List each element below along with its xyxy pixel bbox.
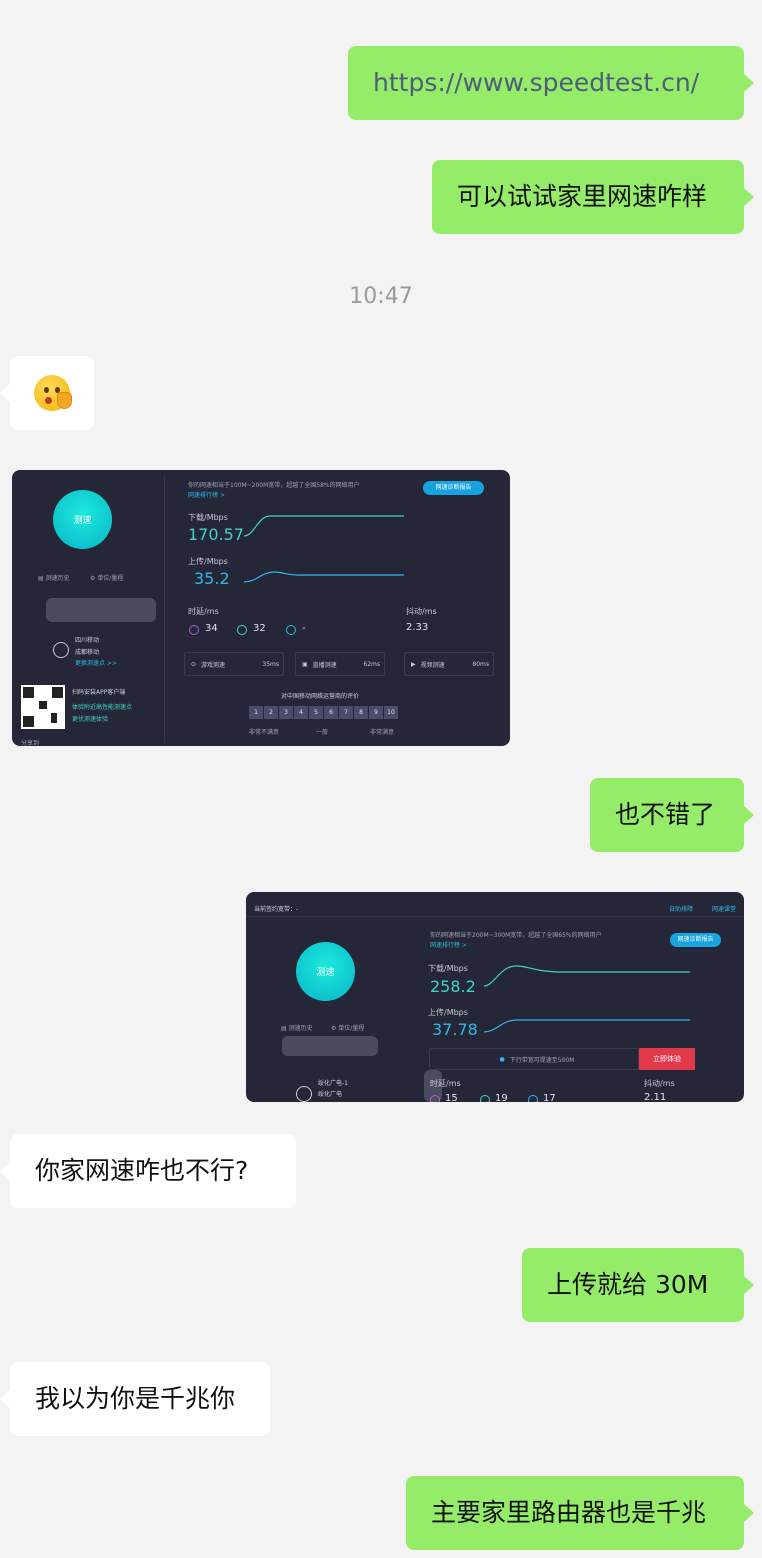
speedtest-screenshot-1[interactable]: 测速 ▤ 测速历史 ⚙ 单位/量程 四川移动 成都移动 更换测速点 >> 扫码安… xyxy=(12,470,510,746)
message-bubble[interactable]: 可以试试家里网速咋样 xyxy=(432,160,754,234)
contract-bandwidth: 当前签约宽带：- xyxy=(254,906,299,913)
unit-link: ⚙ 单位/量程 xyxy=(90,575,124,582)
latency-idle: 15 xyxy=(445,1093,458,1102)
isp-name: 绥化广电-1 xyxy=(318,1080,348,1087)
report-button[interactable]: 网速诊断报告 xyxy=(423,481,484,495)
shushing-face-emoji-icon xyxy=(34,375,72,411)
report-button[interactable]: 网速诊断报告 xyxy=(670,933,721,947)
speedtest-screenshot-2[interactable]: 当前签约宽带：- 自助排障 网速课堂 测速 ▤ 测速历史 ⚙ 单位/量程 绥化广… xyxy=(246,892,744,1102)
rank-link: 网速排行榜 > xyxy=(188,492,225,499)
latency-idle: 34 xyxy=(205,623,218,634)
download-chart xyxy=(244,515,404,537)
upload-value: 37.78 xyxy=(432,1020,478,1039)
isp-city: 成都移动 xyxy=(75,649,100,656)
rank-link: 网速排行榜 > xyxy=(430,942,467,949)
upgrade-button[interactable]: 立即体验 xyxy=(639,1048,695,1070)
history-link: ▤ 测速历史 xyxy=(281,1025,313,1032)
rating-low-label: 非常不满意 xyxy=(249,729,280,736)
timestamp: 10:47 xyxy=(349,284,413,309)
latency-idle-icon xyxy=(189,625,199,635)
latency-upload: 17 xyxy=(543,1093,556,1102)
video-test-card[interactable]: ▶ 视频测速 80ms xyxy=(404,652,494,676)
speed-summary: 你的网速相当于200M~300M宽带，超越了全国65%的网络用户 xyxy=(430,932,602,939)
message-bubble[interactable]: 主要家里路由器也是千兆 xyxy=(406,1476,754,1550)
latency-upload-icon xyxy=(528,1095,538,1102)
latency-label: 时延/ms xyxy=(430,1079,461,1088)
jitter-value: 2.11 xyxy=(644,1092,667,1102)
latency-download: 19 xyxy=(495,1093,508,1102)
latency-download-icon xyxy=(237,625,247,635)
latency-download-icon xyxy=(480,1095,490,1102)
blurred-ip xyxy=(46,598,156,622)
message-bubble[interactable]: 也不错了 xyxy=(590,778,754,852)
rating-title: 对中国移动网络运营商的评价 xyxy=(281,693,360,700)
upload-chart xyxy=(484,1019,690,1033)
isp-city: 绥化广电 xyxy=(318,1091,343,1098)
speed-test-ball: 测速 xyxy=(296,942,355,1001)
message-bubble[interactable]: 你家网速咋也不行? xyxy=(0,1134,296,1208)
latency-download: 32 xyxy=(253,623,266,634)
latency-upload-icon xyxy=(286,625,296,635)
download-label: 下载/Mbps xyxy=(428,964,468,973)
unit-link: ⚙ 单位/量程 xyxy=(331,1025,365,1032)
rating-scale[interactable]: 1 2 3 4 5 6 7 8 9 10 xyxy=(249,706,398,719)
change-node-link: 更换测速点 >> xyxy=(75,660,117,667)
speed-summary: 你的网速相当于100M~200M宽带，超越了全国58%的网络用户 xyxy=(188,482,360,489)
message-bubble[interactable]: 我以为你是千兆你 xyxy=(0,1362,270,1436)
scan-line1: 体验附近高性能测速点 xyxy=(72,704,133,711)
rating-high-label: 非常满意 xyxy=(370,729,395,736)
speed-test-ball: 测速 xyxy=(53,490,112,549)
share-label: 分享到 xyxy=(21,740,40,746)
upgrade-banner[interactable]: ● 下行带宽可提速至500M xyxy=(429,1048,639,1070)
top-divider xyxy=(246,916,744,917)
message-bubble-url[interactable]: https://www.speedtest.cn/ xyxy=(348,46,754,120)
globe-icon xyxy=(296,1086,312,1102)
jitter-value: 2.33 xyxy=(406,622,429,633)
upload-chart xyxy=(244,571,404,583)
upload-label: 上传/Mbps xyxy=(188,557,228,566)
latency-label: 时延/ms xyxy=(188,607,219,616)
blurred-ip xyxy=(282,1036,378,1056)
sidebar-divider xyxy=(164,475,165,743)
download-chart xyxy=(484,965,690,987)
upload-value: 35.2 xyxy=(194,569,230,588)
troubleshoot-link: 自助排障 xyxy=(669,906,694,913)
isp-name: 四川移动 xyxy=(75,637,100,644)
latency-idle-icon xyxy=(430,1095,440,1102)
history-link: ▤ 测速历史 xyxy=(38,575,70,582)
speed-class-link: 网速课堂 xyxy=(712,906,737,913)
download-value: 258.2 xyxy=(430,977,476,996)
rating-mid-label: 一般 xyxy=(316,729,329,736)
download-label: 下载/Mbps xyxy=(188,513,228,522)
latency-upload: - xyxy=(302,623,306,634)
jitter-label: 抖动/ms xyxy=(406,607,437,616)
live-test-card[interactable]: ▣ 直播测速 62ms xyxy=(295,652,385,676)
upload-label: 上传/Mbps xyxy=(428,1008,468,1017)
download-value: 170.57 xyxy=(188,525,244,544)
message-bubble[interactable]: 上传就给 30M xyxy=(522,1248,754,1322)
qr-code xyxy=(21,685,65,729)
globe-icon xyxy=(53,642,69,658)
jitter-label: 抖动/ms xyxy=(644,1079,675,1088)
scan-line2: 更优测速体验 xyxy=(72,716,109,723)
game-test-card[interactable]: ⊙ 游戏测速 35ms xyxy=(184,652,284,676)
scan-title: 扫码安装APP客户端 xyxy=(72,689,126,696)
